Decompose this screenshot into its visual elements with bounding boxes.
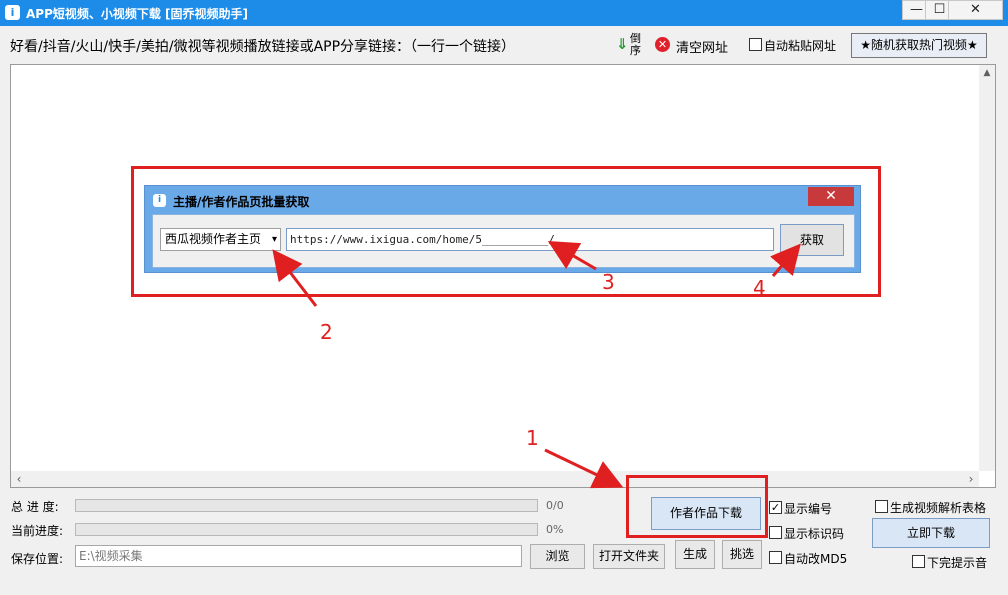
show-number-checkbox[interactable]: ✓ — [769, 501, 782, 514]
annotation-number-3: 3 — [602, 270, 615, 294]
annotation-number-4: 4 — [753, 276, 766, 300]
arrow-3 — [547, 240, 597, 271]
show-id-label: 显示标识码 — [784, 527, 845, 541]
arrow-2 — [272, 249, 318, 307]
author-download-button[interactable]: 作者作品下载 — [651, 497, 761, 530]
generate-button[interactable]: 生成 — [675, 540, 715, 569]
arrow-1 — [544, 448, 624, 489]
done-sound-label: 下完提示音 — [927, 556, 988, 570]
total-progress-label: 总 进 度: — [11, 500, 59, 514]
save-path-input[interactable]: E:\视频采集 — [75, 545, 522, 567]
pick-button[interactable]: 挑选 — [722, 540, 762, 569]
current-progress-label: 当前进度: — [11, 524, 64, 538]
save-location-label: 保存位置: — [11, 552, 64, 566]
open-folder-button[interactable]: 打开文件夹 — [593, 544, 665, 569]
total-progress-bar — [75, 499, 538, 512]
browse-button[interactable]: 浏览 — [530, 544, 585, 569]
done-sound-checkbox[interactable] — [912, 555, 925, 568]
show-id-checkbox[interactable] — [769, 526, 782, 539]
current-progress-bar — [75, 523, 538, 536]
annotation-number-1: 1 — [526, 426, 539, 450]
auto-md5-checkbox[interactable] — [769, 551, 782, 564]
total-progress-text: 0/0 — [546, 499, 564, 512]
annotation-number-2: 2 — [320, 320, 333, 344]
gen-table-label: 生成视频解析表格 — [890, 501, 987, 515]
current-progress-text: 0% — [546, 523, 564, 536]
gen-table-checkbox[interactable] — [875, 500, 888, 513]
auto-md5-label: 自动改MD5 — [784, 552, 848, 566]
show-number-label: 显示编号 — [784, 502, 833, 516]
download-now-button[interactable]: 立即下载 — [872, 518, 990, 548]
arrow-4 — [769, 243, 801, 277]
